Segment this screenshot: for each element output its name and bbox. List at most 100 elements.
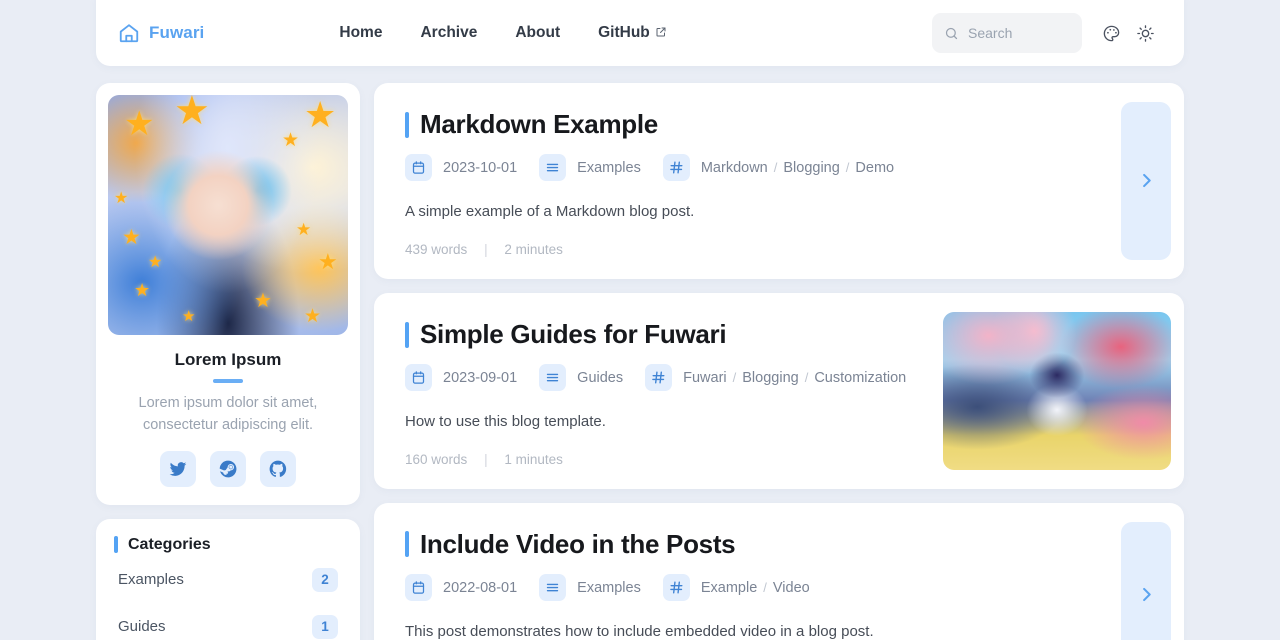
post-tag[interactable]: Markdown [701,160,768,176]
home-icon [118,22,140,44]
search-icon [944,26,959,41]
post-read-time: 1 minutes [504,451,563,467]
nav-link-about[interactable]: About [496,16,579,50]
post-read-time: 2 minutes [504,241,563,257]
post-tag[interactable]: Customization [814,370,906,386]
steam-link[interactable] [210,450,246,487]
navbar: Fuwari Home Archive About GitHub Search [96,0,1184,66]
twitter-icon [169,462,187,476]
navbar-actions: Search [932,13,1162,53]
twitter-link[interactable] [160,450,196,487]
post-title[interactable]: Markdown Example [420,109,658,140]
post-description: A simple example of a Markdown blog post… [405,203,695,221]
github-link[interactable] [260,450,296,487]
post-meta: 2023-09-01 Guides Fuwari / Blogging / Cu… [405,364,933,392]
categories-card: Categories Examples 2 Guides 1 [96,518,360,640]
post-cover-image[interactable] [943,311,1171,470]
brand-name: Fuwari [149,23,205,42]
post-tag[interactable]: Example [701,580,757,596]
post-card[interactable]: Simple Guides for Fuwari 2023-09-01 Guid… [374,292,1184,489]
brand-logo[interactable]: Fuwari [118,22,204,44]
nav-link-github[interactable]: GitHub [579,16,686,50]
post-tag[interactable]: Video [773,580,810,596]
post-description: How to use this blog template. [405,413,606,431]
post-tag[interactable]: Blogging [742,370,798,386]
category-label: Guides [118,618,166,636]
post-category[interactable]: Guides [577,370,623,386]
github-icon [269,460,287,477]
post-open-button[interactable] [1121,521,1171,640]
palette-icon[interactable] [1094,16,1128,50]
nav-link-home-label: Home [339,24,383,41]
post-tag[interactable]: Fuwari [683,370,727,386]
category-icon [539,364,567,392]
accent-bar [405,321,409,348]
steam-icon [219,460,237,478]
tag-separator: / [763,580,767,596]
sun-icon[interactable] [1128,16,1162,50]
post-date: 2023-10-01 [443,159,518,176]
calendar-icon [405,574,432,602]
post-description: This post demonstrates how to include em… [405,623,874,640]
post-word-count: 160 words [405,451,468,467]
hash-icon [662,574,690,602]
post-card[interactable]: Include Video in the Posts 2022-08-01 Ex… [374,502,1184,640]
category-item-examples[interactable]: Examples 2 [114,559,342,601]
category-count: 2 [312,567,338,592]
post-date: 2022-08-01 [443,579,518,596]
nav-link-archive[interactable]: Archive [401,16,496,50]
post-date: 2023-09-01 [443,369,518,386]
nav-link-archive-label: Archive [420,24,478,41]
post-meta: 2023-10-01 Examples Markdown / Blogging … [405,154,1111,182]
accent-bar [405,531,409,558]
post-stats: 439 words | 2 minutes [405,242,1111,257]
category-icon [539,574,567,602]
post-card[interactable]: Markdown Example 2023-10-01 Examples Mar… [374,83,1184,279]
profile-bio: Lorem ipsum dolor sit amet, consectetur … [138,395,318,434]
post-category[interactable]: Examples [577,580,641,596]
post-category[interactable]: Examples [577,160,641,176]
nav-link-home[interactable]: Home [320,16,401,50]
external-link-icon [655,25,667,37]
categories-title-text: Categories [128,535,211,553]
name-divider [213,379,243,383]
tag-separator: / [845,160,850,176]
avatar[interactable]: ★ ★ ★ ★ ★ ★ ★ ★ ★ ★ ★ ★ ★ [108,95,348,335]
tag-separator: / [732,370,737,386]
post-title[interactable]: Include Video in the Posts [420,529,736,560]
post-list: Markdown Example 2023-10-01 Examples Mar… [374,83,1184,640]
social-links [108,450,348,487]
profile-name: Lorem Ipsum [174,350,282,369]
category-item-guides[interactable]: Guides 1 [114,606,342,640]
nav-link-github-label: GitHub [598,24,650,41]
search-input[interactable]: Search [932,13,1082,53]
search-placeholder: Search [968,25,1013,41]
sidebar: ★ ★ ★ ★ ★ ★ ★ ★ ★ ★ ★ ★ ★ Lorem Ipsum Lo… [96,83,360,640]
chevron-right-icon [1142,588,1151,602]
hash-icon [662,154,690,182]
cover-illustration [943,311,1171,470]
post-meta: 2022-08-01 Examples Example / Video [405,574,1111,602]
category-count: 1 [312,614,338,639]
post-stats: 160 words | 1 minutes [405,452,933,467]
stats-separator: | [484,451,488,467]
stats-separator: | [484,241,488,257]
accent-bar [114,536,118,554]
accent-bar [405,111,409,138]
category-label: Examples [118,571,184,589]
nav-link-about-label: About [515,24,561,41]
chevron-right-icon [1142,174,1151,188]
post-title[interactable]: Simple Guides for Fuwari [420,319,727,350]
calendar-icon [405,364,432,392]
post-tag[interactable]: Demo [855,160,894,176]
hash-icon [645,364,673,392]
post-open-button[interactable] [1121,102,1171,260]
category-icon [539,154,567,182]
page-content: ★ ★ ★ ★ ★ ★ ★ ★ ★ ★ ★ ★ ★ Lorem Ipsum Lo… [96,83,1184,640]
categories-title: Categories [114,536,342,554]
nav-links: Home Archive About GitHub [320,16,685,50]
post-word-count: 439 words [405,241,468,257]
profile-card: ★ ★ ★ ★ ★ ★ ★ ★ ★ ★ ★ ★ ★ Lorem Ipsum Lo… [96,83,360,505]
calendar-icon [405,154,432,182]
post-tag[interactable]: Blogging [783,160,839,176]
